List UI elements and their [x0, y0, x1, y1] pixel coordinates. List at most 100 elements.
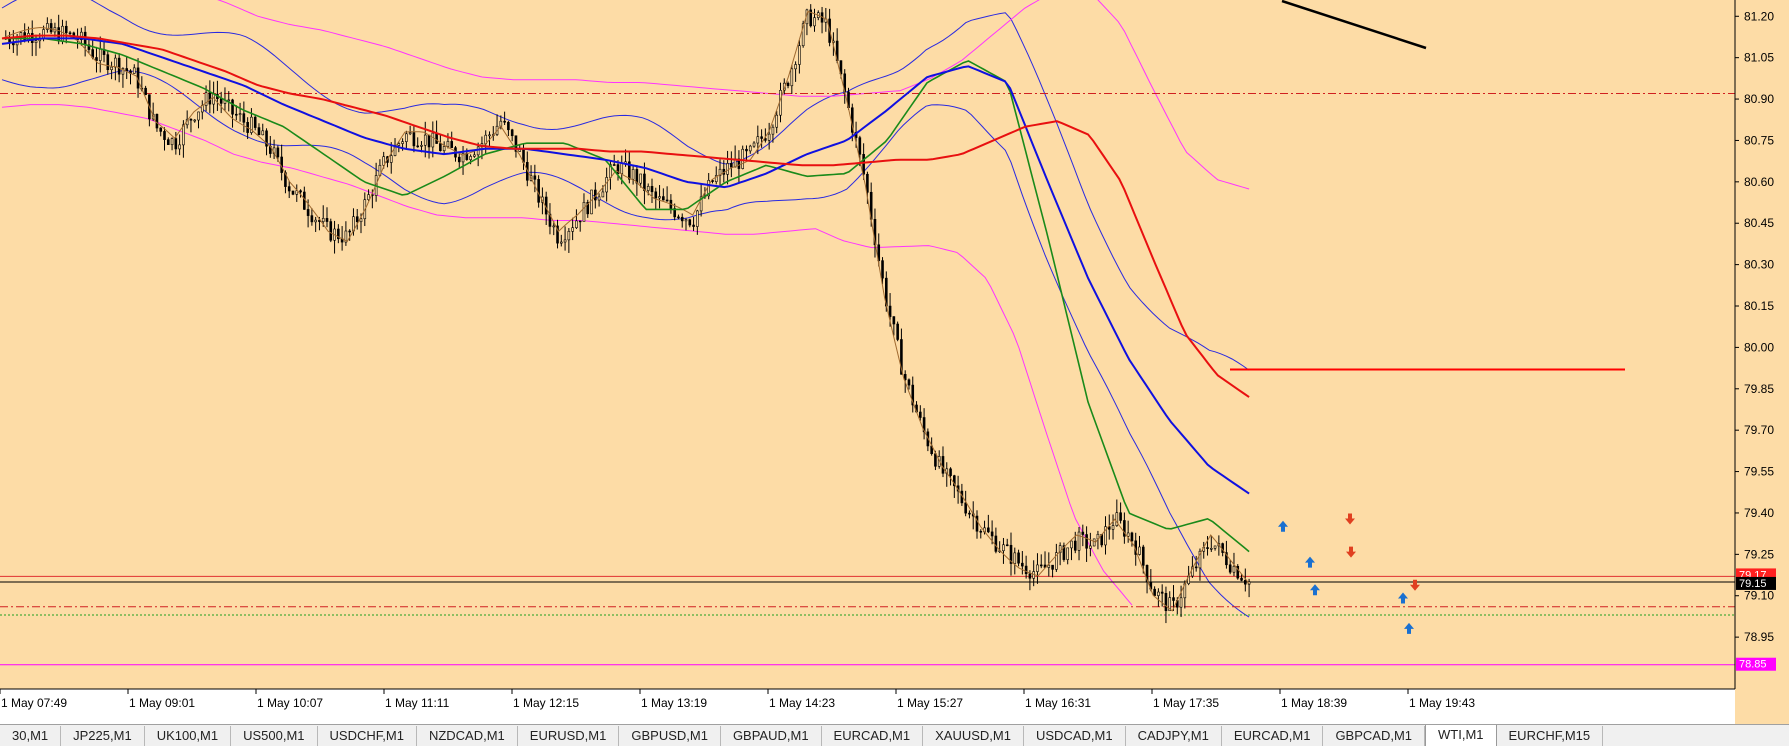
symbol-tab-0[interactable]: 30,M1 [0, 726, 62, 746]
symbol-tab-1[interactable]: JP225,M1 [61, 726, 145, 746]
candle-body-262 [994, 535, 998, 552]
candle-body-170 [646, 186, 650, 191]
symbol-tab-15[interactable]: WTI,M1 [1425, 725, 1497, 746]
candle-body-96 [367, 194, 370, 201]
symbol-tab-11[interactable]: USDCAD,M1 [1024, 726, 1126, 746]
candle-body-54 [208, 92, 212, 105]
symbol-tab-16[interactable]: EURCHF,M15 [1497, 726, 1604, 746]
candle-body-277 [1051, 564, 1054, 570]
symbol-tab-12[interactable]: CADJPY,M1 [1126, 726, 1222, 746]
candle-body-40 [155, 113, 159, 129]
symbol-tab-4[interactable]: USDCHF,M1 [318, 726, 417, 746]
candle-body-67 [257, 127, 261, 136]
price-chart[interactable]: 81.20 81.05 80.90 80.75 80.60 80.45 80.30 80.15… [0, 0, 1789, 724]
price-tick-label: 78.95 [1744, 630, 1774, 644]
price-tick-label: 79.10 [1744, 589, 1774, 603]
candle-body-117 [446, 141, 450, 147]
symbol-tab-3[interactable]: US500,M1 [231, 726, 318, 746]
candle-body-79 [303, 191, 306, 210]
candle-body-288 [1092, 538, 1096, 547]
candle-body-118 [450, 141, 454, 148]
candle-body-68 [261, 130, 265, 136]
candle-body-49 [189, 118, 193, 121]
candle-body-17 [68, 32, 72, 35]
chart-canvas[interactable]: 81.20 81.05 80.90 80.75 80.60 80.45 80.30 80.15… [0, 0, 1789, 724]
symbol-tab-5[interactable]: NZDCAD,M1 [417, 726, 518, 746]
candle-body-307 [1164, 593, 1168, 612]
candle-body-283 [1073, 540, 1077, 551]
price-tick-label: 79.40 [1744, 506, 1774, 520]
candle-body-246 [934, 453, 937, 467]
candle-body-255 [968, 512, 971, 515]
candle-body-125 [476, 146, 480, 156]
candle-body-281 [1066, 547, 1069, 560]
candle-body-248 [941, 456, 945, 474]
symbol-tab-6[interactable]: EURUSD,M1 [518, 726, 620, 746]
candle-body-151 [575, 220, 578, 229]
candle-body-305 [1157, 591, 1160, 596]
candle-body-273 [1036, 564, 1039, 572]
price-tick-label: 79.25 [1744, 547, 1774, 561]
candle-body-298 [1130, 532, 1134, 542]
candle-body-105 [401, 141, 404, 144]
symbol-tab-14[interactable]: GBPCAD,M1 [1323, 726, 1426, 746]
candle-body-158 [601, 191, 605, 198]
candle-body-175 [665, 199, 669, 202]
candle-body-120 [457, 156, 461, 163]
candle-body-43 [166, 139, 170, 146]
candle-body-57 [219, 98, 223, 104]
candle-body-76 [291, 190, 295, 195]
candle-body-226 [858, 137, 862, 155]
candle-body-24 [95, 57, 98, 61]
candle-body-239 [907, 379, 911, 386]
candle-body-72 [276, 147, 280, 158]
candle-body-282 [1070, 540, 1073, 549]
candle-body-182 [692, 224, 695, 227]
candle-body-242 [919, 411, 922, 418]
candle-body-12 [49, 23, 53, 33]
symbol-tab-13[interactable]: EURCAD,M1 [1222, 726, 1324, 746]
candle-body-145 [552, 225, 556, 228]
candle-body-197 [748, 145, 752, 152]
candle-body-214 [813, 17, 816, 27]
candle-body-254 [964, 502, 967, 514]
candle-body-27 [106, 54, 110, 71]
candle-body-203 [771, 126, 775, 135]
symbol-tab-2[interactable]: UK100,M1 [145, 726, 232, 746]
candle-body-157 [597, 196, 601, 201]
candle-body-196 [745, 148, 748, 152]
current-price-label: 79.15 [1739, 578, 1767, 590]
candle-body-250 [949, 468, 952, 476]
symbol-tab-7[interactable]: GBPUSD,M1 [619, 726, 721, 746]
candle-body-110 [420, 144, 423, 147]
candle-body-268 [1017, 552, 1020, 564]
candle-body-169 [643, 173, 646, 191]
candle-body-8 [34, 40, 38, 43]
candle-body-114 [435, 132, 438, 144]
candle-body-153 [582, 202, 586, 222]
symbol-tab-9[interactable]: EURCAD,M1 [822, 726, 924, 746]
candle-body-269 [1021, 562, 1024, 567]
candle-body-51 [197, 111, 200, 121]
candle-body-261 [990, 531, 994, 537]
symbol-tab-8[interactable]: GBPAUD,M1 [721, 726, 822, 746]
candle-body-113 [431, 132, 435, 148]
candle-body-46 [178, 144, 181, 150]
candle-body-45 [174, 138, 178, 150]
candle-body-28 [110, 66, 113, 71]
candle-body-63 [242, 113, 246, 123]
symbol-tab-10[interactable]: XAUUSD,M1 [923, 726, 1024, 746]
candle-body-174 [662, 196, 665, 201]
candle-body-286 [1085, 534, 1088, 549]
candle-body-300 [1138, 546, 1141, 555]
candle-body-304 [1153, 588, 1156, 596]
price-tick-label: 80.00 [1744, 340, 1774, 354]
time-tick-label: 1 May 10:07 [257, 696, 323, 710]
candle-body-25 [98, 48, 102, 61]
time-tick-label: 1 May 12:15 [513, 696, 579, 710]
candle-body-199 [756, 136, 760, 144]
candle-body-284 [1077, 531, 1081, 551]
candle-body-267 [1013, 552, 1017, 564]
candle-body-66 [253, 116, 257, 128]
candle-body-198 [752, 142, 756, 147]
